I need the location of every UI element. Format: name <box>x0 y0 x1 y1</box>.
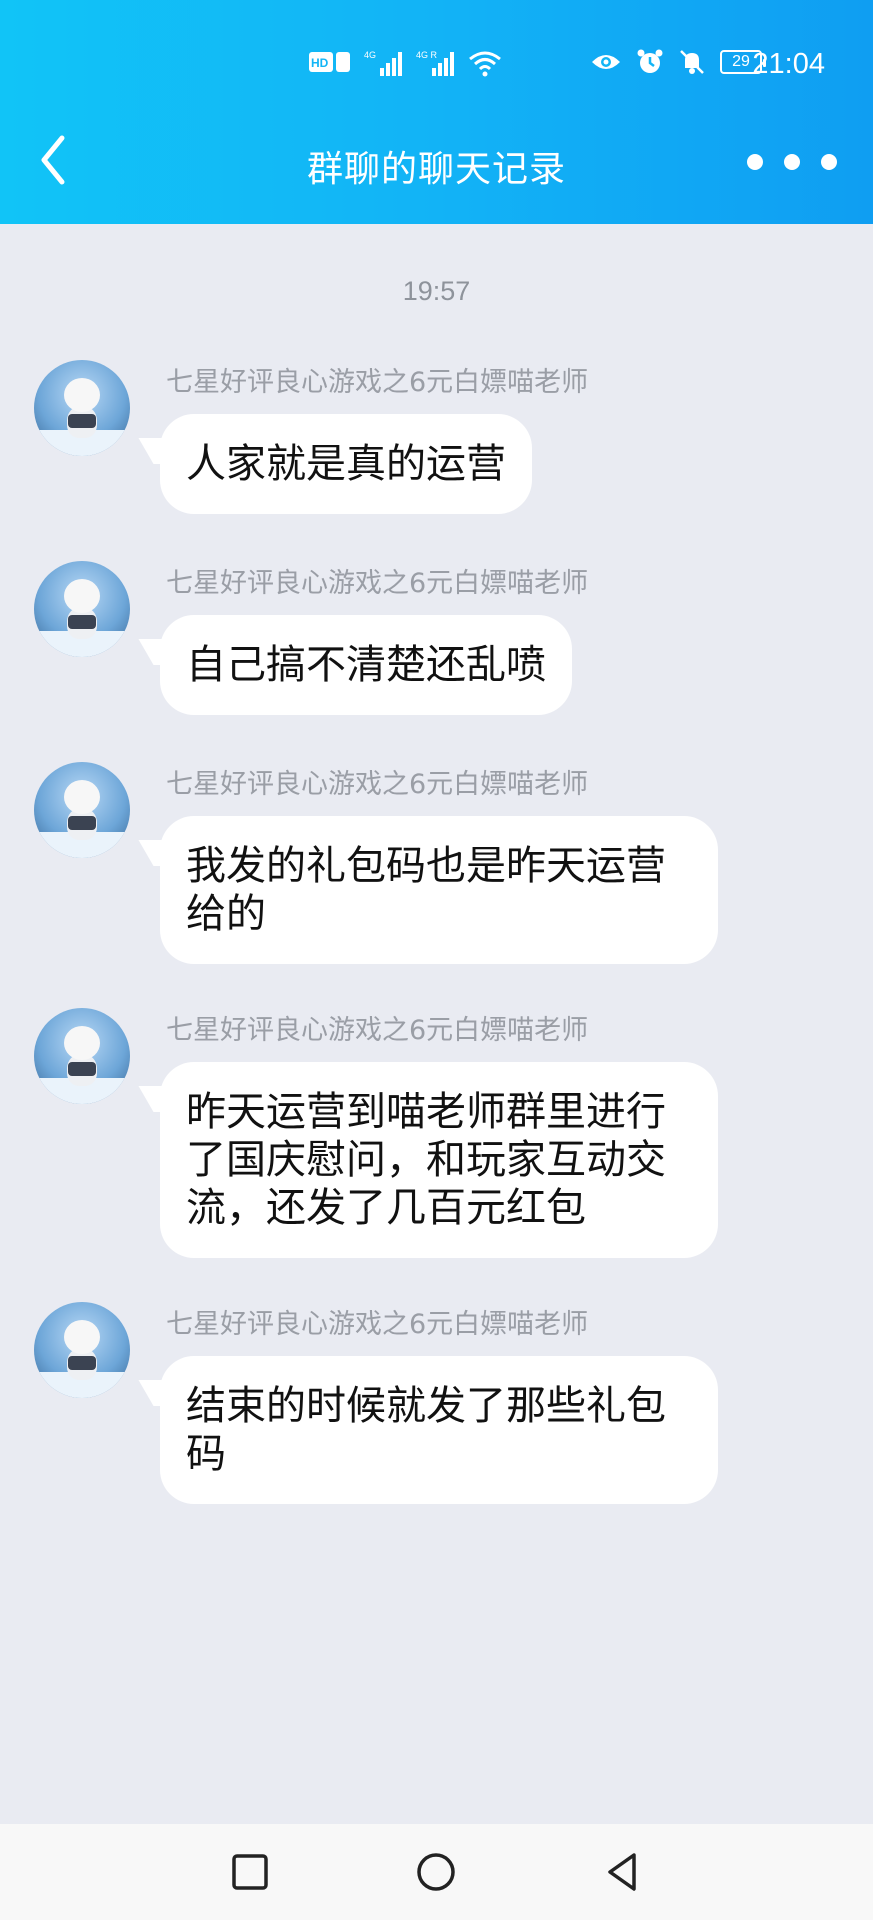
status-bar: HD 4G 4G R 29 21:04 <box>0 40 873 92</box>
avatar[interactable] <box>34 762 130 858</box>
svg-text:HD: HD <box>311 56 329 70</box>
message-timestamp: 19:57 <box>402 276 471 306</box>
svg-text:4G: 4G <box>364 50 376 60</box>
wifi-icon <box>469 51 501 77</box>
home-button[interactable] <box>412 1848 460 1896</box>
home-icon <box>417 1853 455 1891</box>
avatar[interactable] <box>34 561 130 657</box>
message-text-line: 给的 <box>186 891 266 937</box>
sender-name: 七星好评良心游戏之6元白嫖喵老师 <box>166 568 589 599</box>
mute-bell-icon <box>680 50 704 74</box>
navigation-bar: 群聊的聊天记录 <box>0 120 873 210</box>
avatar[interactable] <box>34 1008 130 1104</box>
sender-name: 七星好评良心游戏之6元白嫖喵老师 <box>166 769 589 800</box>
recent-apps-button[interactable] <box>226 1848 274 1896</box>
svg-text:4G R: 4G R <box>416 50 438 60</box>
more-button[interactable] <box>747 142 837 182</box>
clock: 21:04 <box>752 48 825 80</box>
signal-1-icon: 4G <box>364 50 402 76</box>
message-bubble[interactable]: 自己搞不清楚还乱喷 <box>160 615 572 715</box>
sender-name: 七星好评良心游戏之6元白嫖喵老师 <box>166 1309 589 1340</box>
recent-apps-icon <box>232 1854 268 1890</box>
eye-icon <box>592 55 620 69</box>
message-bubble[interactable]: 我发的礼包码也是昨天运营 给的 <box>160 816 718 964</box>
back-triangle-icon <box>608 1853 636 1891</box>
app-header: HD 4G 4G R 29 21:04 群聊的聊天记录 <box>0 0 873 224</box>
message-text: 人家就是真的运营 <box>186 441 506 487</box>
status-icons: HD 4G 4G R <box>308 48 502 78</box>
system-navigation-bar <box>0 1824 873 1920</box>
sender-name: 七星好评良心游戏之6元白嫖喵老师 <box>166 1015 589 1046</box>
more-dots-icon <box>747 154 763 170</box>
message-bubble[interactable]: 人家就是真的运营 <box>160 414 532 514</box>
hd-icon: HD <box>309 52 350 72</box>
message-text-line: 结束的时候就发了那些礼包 <box>186 1383 666 1429</box>
message-bubble[interactable]: 昨天运营到喵老师群里进行 了国庆慰问，和玩家互动交 流，还发了几百元红包 <box>160 1062 718 1258</box>
message-text-line: 码 <box>186 1431 226 1477</box>
avatar[interactable] <box>34 360 130 456</box>
message-text-line: 流，还发了几百元红包 <box>186 1185 586 1231</box>
status-right-icons: 29 <box>590 48 766 76</box>
sender-name: 七星好评良心游戏之6元白嫖喵老师 <box>166 367 589 398</box>
message-text-line: 我发的礼包码也是昨天运营 <box>186 843 666 889</box>
message-text-line: 了国庆慰问，和玩家互动交 <box>186 1137 666 1183</box>
message-bubble[interactable]: 结束的时候就发了那些礼包 码 <box>160 1356 718 1504</box>
signal-2-icon: 4G R <box>416 50 454 76</box>
avatar[interactable] <box>34 1302 130 1398</box>
message-text: 自己搞不清楚还乱喷 <box>186 642 546 688</box>
alarm-icon <box>637 49 663 73</box>
page-title: 群聊的聊天记录 <box>306 149 566 190</box>
message-text-line: 昨天运营到喵老师群里进行 <box>186 1089 666 1135</box>
system-back-button[interactable] <box>598 1848 646 1896</box>
